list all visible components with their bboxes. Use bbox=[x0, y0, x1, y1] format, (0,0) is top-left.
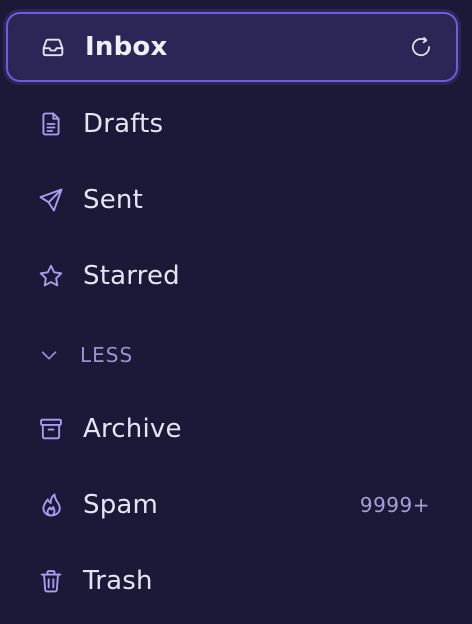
sidebar-item-label: Inbox bbox=[85, 32, 168, 62]
trash-icon bbox=[36, 566, 66, 596]
sidebar-item-label: Spam bbox=[83, 490, 159, 520]
less-toggle-label: LESS bbox=[80, 343, 134, 367]
sidebar-item-label: Drafts bbox=[83, 109, 164, 139]
star-icon bbox=[36, 261, 66, 291]
refresh-icon[interactable] bbox=[406, 32, 436, 62]
sidebar-item-label: Trash bbox=[83, 566, 153, 596]
sidebar-item-spam[interactable]: Spam 9999+ bbox=[6, 470, 458, 540]
archive-icon bbox=[36, 414, 66, 444]
sidebar-item-sent[interactable]: Sent bbox=[6, 165, 458, 235]
sidebar-item-label: Archive bbox=[83, 414, 182, 444]
file-icon bbox=[36, 109, 66, 139]
inbox-icon bbox=[38, 32, 68, 62]
sidebar-item-drafts[interactable]: Drafts bbox=[6, 89, 458, 159]
less-toggle[interactable]: LESS bbox=[36, 336, 133, 374]
spam-count-badge: 9999+ bbox=[359, 493, 430, 517]
sidebar-item-label: Starred bbox=[83, 261, 180, 291]
sidebar-item-label: Sent bbox=[83, 185, 143, 215]
chevron-down-icon bbox=[36, 342, 62, 368]
sidebar-item-archive[interactable]: Archive bbox=[6, 394, 458, 464]
send-icon bbox=[36, 185, 66, 215]
flame-icon bbox=[36, 490, 66, 520]
sidebar-item-trash[interactable]: Trash bbox=[6, 546, 458, 616]
sidebar-item-starred[interactable]: Starred bbox=[6, 241, 458, 311]
mail-sidebar: Inbox Drafts Sent Starred LESS Archive S… bbox=[0, 0, 472, 624]
sidebar-item-inbox[interactable]: Inbox bbox=[6, 12, 458, 82]
